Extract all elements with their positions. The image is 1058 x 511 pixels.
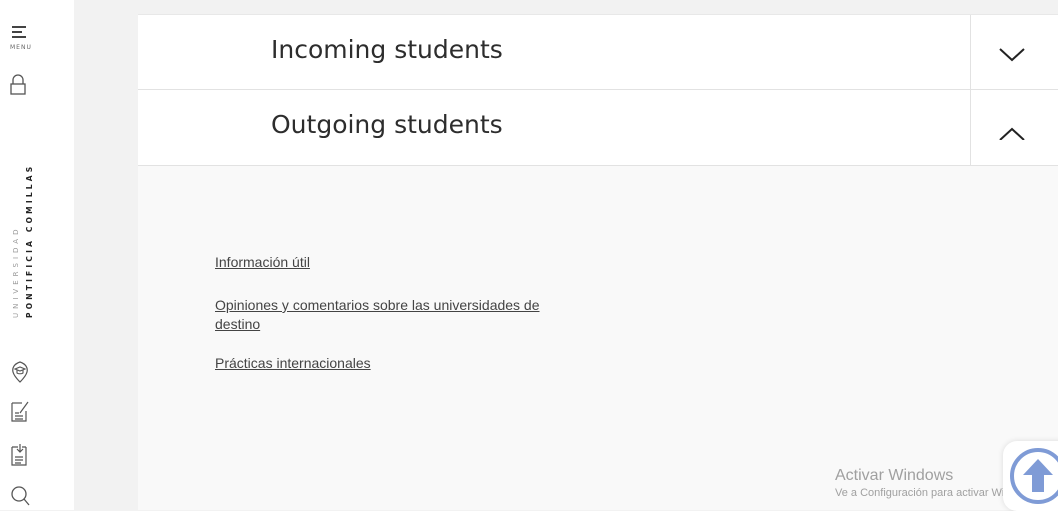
edit-form-icon[interactable] xyxy=(10,399,30,423)
menu-label: MENU xyxy=(10,44,32,51)
lock-icon[interactable] xyxy=(10,74,26,96)
menu-icon xyxy=(12,26,26,28)
university-brand: UNIVERSIDAD PONTIFICIA COMILLAS xyxy=(6,128,46,318)
sidebar: MENU UNIVERSIDAD PONTIFICIA COMILLAS xyxy=(0,0,74,510)
link-opiniones-comentarios[interactable]: Opiniones y comentarios sobre las univer… xyxy=(215,296,575,334)
arrow-up-circle-icon xyxy=(1010,448,1058,504)
scroll-to-top-button[interactable] xyxy=(1003,441,1058,511)
menu-button[interactable]: MENU xyxy=(10,24,40,56)
brand-line-pontificia-comillas: PONTIFICIA COMILLAS xyxy=(25,163,34,318)
download-form-icon[interactable] xyxy=(10,443,30,467)
graduation-cap-icon[interactable] xyxy=(10,360,30,384)
accordion-toggle-outgoing[interactable] xyxy=(970,90,1058,166)
main-content: Incoming students Outgoing students Info… xyxy=(138,0,1058,510)
accordion-title-outgoing: Outgoing students xyxy=(271,110,503,139)
link-practicas-internacionales[interactable]: Prácticas internacionales xyxy=(215,354,575,373)
accordion-incoming-students[interactable]: Incoming students xyxy=(138,14,1058,91)
brand-line-universidad: UNIVERSIDAD xyxy=(12,225,20,318)
chevron-up-icon xyxy=(999,127,1025,140)
accordion-toggle-incoming[interactable] xyxy=(970,15,1058,91)
accordion-title-incoming: Incoming students xyxy=(271,35,503,64)
search-icon[interactable] xyxy=(10,484,30,508)
gutter xyxy=(74,0,138,510)
link-informacion-util[interactable]: Información útil xyxy=(215,253,575,272)
chevron-down-icon xyxy=(999,48,1025,62)
outgoing-links-list: Información útil Opiniones y comentarios… xyxy=(215,253,575,397)
accordion-outgoing-students[interactable]: Outgoing students xyxy=(138,90,1058,166)
